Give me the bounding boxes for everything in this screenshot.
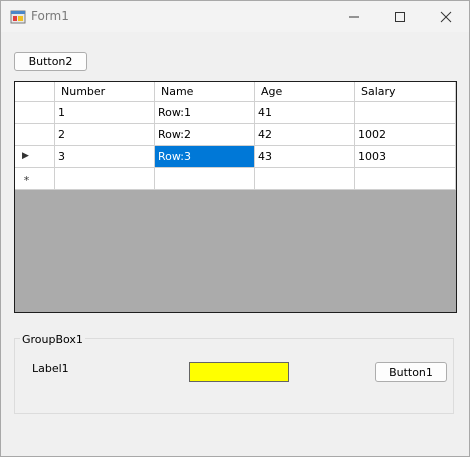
cell-number[interactable]: 3 bbox=[55, 146, 155, 168]
grid-header-row: Number Name Age Salary bbox=[15, 82, 456, 104]
close-icon bbox=[440, 11, 452, 22]
label1: Label1 bbox=[32, 362, 69, 375]
close-button[interactable] bbox=[423, 1, 469, 32]
table-row: ▶ 3 Row:3 43 1003 bbox=[15, 146, 456, 168]
column-header-number[interactable]: Number bbox=[55, 82, 155, 102]
window-title: Form1 bbox=[31, 9, 69, 23]
button2-label: Button2 bbox=[28, 55, 73, 68]
column-header-name[interactable]: Name bbox=[155, 82, 255, 102]
new-cell-name[interactable] bbox=[155, 168, 255, 190]
form-window: Form1 Button2 Number Name Age Salary 1 R… bbox=[0, 0, 470, 457]
button2[interactable]: Button2 bbox=[14, 52, 87, 71]
cell-salary[interactable] bbox=[355, 102, 456, 124]
app-icon bbox=[10, 10, 26, 24]
column-header-salary[interactable]: Salary bbox=[355, 82, 456, 102]
grid-corner-header[interactable] bbox=[15, 82, 55, 102]
cell-number[interactable]: 1 bbox=[55, 102, 155, 124]
row-header[interactable] bbox=[15, 124, 55, 146]
minimize-button[interactable] bbox=[331, 1, 377, 32]
button1-label: Button1 bbox=[389, 365, 433, 379]
table-row: 1 Row:1 41 bbox=[15, 102, 456, 124]
cell-salary[interactable]: 1003 bbox=[355, 146, 456, 168]
table-row: 2 Row:2 42 1002 bbox=[15, 124, 456, 146]
groupbox-title: GroupBox1 bbox=[20, 333, 85, 346]
cell-name-selected[interactable]: Row:3 bbox=[155, 146, 255, 168]
minimize-icon bbox=[349, 16, 359, 17]
maximize-button[interactable] bbox=[377, 1, 423, 32]
new-row-asterisk-icon: * bbox=[23, 174, 30, 187]
cell-age[interactable]: 41 bbox=[255, 102, 355, 124]
new-cell-age[interactable] bbox=[255, 168, 355, 190]
row-header[interactable]: ▶ bbox=[15, 146, 55, 168]
row-header[interactable] bbox=[15, 102, 55, 124]
cell-name[interactable]: Row:2 bbox=[155, 124, 255, 146]
cell-age[interactable]: 43 bbox=[255, 146, 355, 168]
cell-number[interactable]: 2 bbox=[55, 124, 155, 146]
cell-age[interactable]: 42 bbox=[255, 124, 355, 146]
cell-salary[interactable]: 1002 bbox=[355, 124, 456, 146]
column-header-age[interactable]: Age bbox=[255, 82, 355, 102]
yellow-swatch bbox=[189, 362, 289, 382]
new-cell-salary[interactable] bbox=[355, 168, 456, 190]
title-bar[interactable]: Form1 bbox=[1, 1, 469, 32]
new-cell-number[interactable] bbox=[55, 168, 155, 190]
row-header[interactable]: * bbox=[15, 168, 55, 190]
current-row-arrow-icon: ▶ bbox=[22, 151, 29, 161]
maximize-icon bbox=[395, 11, 405, 22]
new-row: * bbox=[15, 168, 456, 190]
button1[interactable]: Button1 bbox=[375, 362, 447, 382]
cell-name[interactable]: Row:1 bbox=[155, 102, 255, 124]
data-grid[interactable]: Number Name Age Salary 1 Row:1 41 2 Row:… bbox=[14, 81, 457, 313]
